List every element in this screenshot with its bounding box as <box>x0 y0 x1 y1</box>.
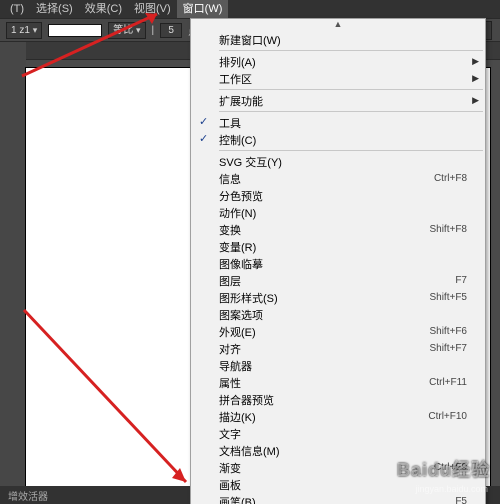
menu-item-type[interactable]: 文字 <box>191 425 485 442</box>
divider-icon: | <box>152 25 155 36</box>
stroke-swatch[interactable] <box>48 24 102 37</box>
menu-item-flattener-preview[interactable]: 拼合器预览 <box>191 391 485 408</box>
menu-item-align[interactable]: 对齐Shift+F7 <box>191 340 485 357</box>
menu-item-attributes[interactable]: 属性Ctrl+F11 <box>191 374 485 391</box>
menu-item-transform[interactable]: 变换Shift+F8 <box>191 221 485 238</box>
separator <box>219 50 483 51</box>
menu-effect[interactable]: 效果(C) <box>79 0 128 18</box>
menu-item-actions[interactable]: 动作(N) <box>191 204 485 221</box>
menu-item-tools[interactable]: ✓工具 <box>191 114 485 131</box>
check-icon: ✓ <box>199 115 208 128</box>
menu-item-extensions[interactable]: 扩展功能▶ <box>191 92 485 109</box>
menu-item-svg-interactivity[interactable]: SVG 交互(Y) <box>191 153 485 170</box>
chevron-down-icon: ▾ <box>33 25 38 35</box>
menu-window[interactable]: 窗口(W) <box>177 0 229 18</box>
menu-item-separations-preview[interactable]: 分色预览 <box>191 187 485 204</box>
menu-item-navigator[interactable]: 导航器 <box>191 357 485 374</box>
menubar: (T) 选择(S) 效果(C) 视图(V) 窗口(W) <box>0 0 500 18</box>
menu-item-document-info[interactable]: 文档信息(M) <box>191 442 485 459</box>
menu-view[interactable]: 视图(V) <box>128 0 177 18</box>
separator <box>219 111 483 112</box>
menu-item-gradient[interactable]: 渐变Ctrl+F9 <box>191 459 485 476</box>
menu-item-graphic-styles[interactable]: 图形样式(S)Shift+F5 <box>191 289 485 306</box>
profile-select[interactable]: 等比 ▾ <box>108 22 145 39</box>
menu-item-new-window[interactable]: 新建窗口(W) <box>191 31 485 48</box>
menu-select[interactable]: 选择(S) <box>30 0 79 18</box>
menu-item-image-trace[interactable]: 图像临摹 <box>191 255 485 272</box>
chevron-right-icon: ▶ <box>472 56 479 67</box>
point-count-input[interactable] <box>160 23 182 38</box>
menu-item-pattern-options[interactable]: 图案选项 <box>191 306 485 323</box>
menu-object-t[interactable]: (T) <box>4 0 30 18</box>
menu-item-stroke[interactable]: 描边(K)Ctrl+F10 <box>191 408 485 425</box>
separator <box>219 89 483 90</box>
menu-item-artboards[interactable]: 画板 <box>191 476 485 493</box>
chevron-down-icon: ▾ <box>136 25 141 35</box>
chevron-right-icon: ▶ <box>472 95 479 106</box>
menu-item-variables[interactable]: 变量(R) <box>191 238 485 255</box>
stroke-width-select[interactable]: 1 z1 ▾ <box>6 22 42 39</box>
menu-item-brushes[interactable]: 画笔(B)F5 <box>191 493 485 504</box>
separator <box>219 150 483 151</box>
chevron-right-icon: ▶ <box>472 73 479 84</box>
tools-panel[interactable] <box>0 42 26 504</box>
menu-item-info[interactable]: 信息Ctrl+F8 <box>191 170 485 187</box>
menu-item-layers[interactable]: 图层F7 <box>191 272 485 289</box>
check-icon: ✓ <box>199 132 208 145</box>
menu-item-appearance[interactable]: 外观(E)Shift+F6 <box>191 323 485 340</box>
menu-item-workspace[interactable]: 工作区▶ <box>191 70 485 87</box>
menu-item-arrange[interactable]: 排列(A)▶ <box>191 53 485 70</box>
menu-item-control[interactable]: ✓控制(C) <box>191 131 485 148</box>
window-menu-dropdown: ▲ 新建窗口(W) 排列(A)▶ 工作区▶ 扩展功能▶ ✓工具 ✓控制(C) S… <box>190 18 486 504</box>
scroll-up-icon[interactable]: ▲ <box>191 19 485 31</box>
